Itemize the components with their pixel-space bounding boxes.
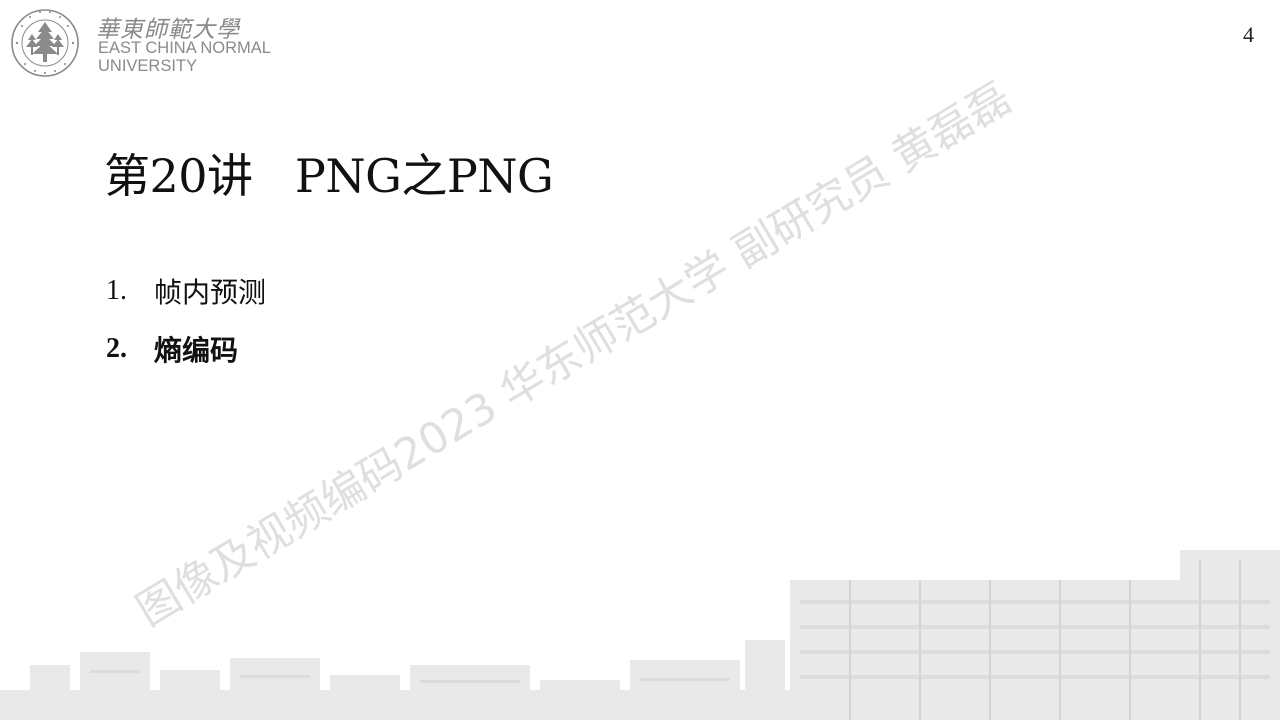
outline-item-current: 2. 熵编码 [106,320,266,378]
outline-item-number: 2. [106,333,127,364]
university-logo: 華東師範大學 EAST CHINA NORMAL UNIVERSITY [10,8,300,78]
logo-english-line1: EAST CHINA NORMAL [98,39,271,57]
outline-item-label: 熵编码 [154,334,239,367]
outline-list: 1. 帧内预测 2. 熵编码 [106,262,266,378]
outline-item-number: 1. [106,275,127,306]
outline-item: 1. 帧内预测 [106,262,266,320]
outline-item-label: 帧内预测 [154,276,267,309]
page-number: 4 [1243,22,1254,47]
slide: 華東師範大學 EAST CHINA NORMAL UNIVERSITY 4 第2… [0,0,1280,720]
campus-building-background [0,550,1280,720]
logo-english-line2: UNIVERSITY [98,57,198,75]
university-seal-icon [11,9,79,77]
slide-title: 第20讲 PNG之PNG [104,149,554,203]
